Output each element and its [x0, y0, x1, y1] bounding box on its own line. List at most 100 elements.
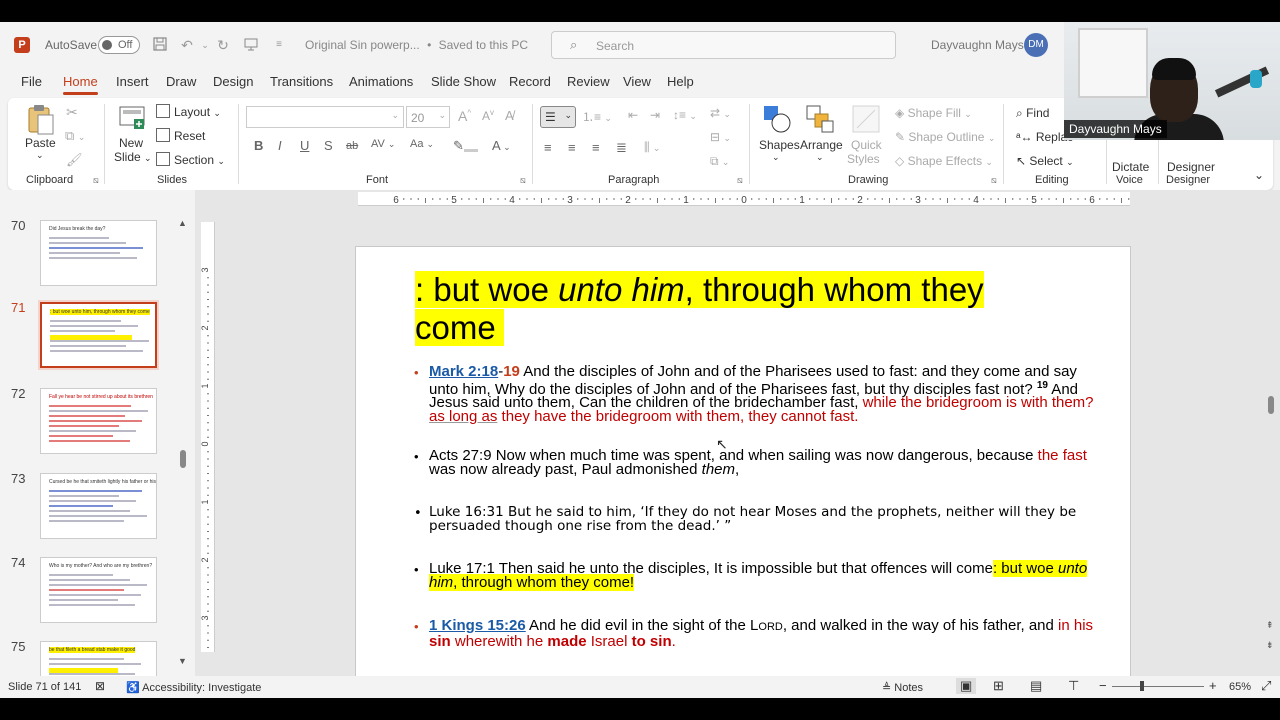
tab-slide-show[interactable]: Slide Show [431, 74, 496, 89]
tab-draw[interactable]: Draw [166, 74, 196, 89]
bullets-button[interactable]: ☰ ⌄ [540, 106, 576, 128]
layout-button[interactable]: Layout ⌄ [156, 104, 221, 119]
tab-file[interactable]: File [21, 74, 42, 89]
tab-transitions[interactable]: Transitions [270, 74, 333, 89]
zoom-slider-handle[interactable] [1140, 681, 1144, 691]
clear-formatting-icon[interactable]: A̸ [505, 108, 514, 123]
avatar[interactable]: DM [1024, 33, 1048, 57]
quick-styles-label-2[interactable]: Styles [847, 152, 880, 166]
chevron-down-icon[interactable]: ⌄ [196, 36, 214, 54]
columns-icon[interactable]: ⫼ ⌄ [644, 140, 660, 155]
dialog-launcher-icon[interactable]: ⧅ [737, 175, 743, 186]
paste-icon[interactable] [26, 104, 56, 135]
decrease-indent-icon[interactable]: ⇤ [628, 108, 638, 122]
previous-slide-icon[interactable]: ⇞ [1266, 620, 1274, 631]
shape-fill-button[interactable]: ◈ Shape Fill ⌄ [895, 106, 972, 120]
shadow-button[interactable]: S [324, 138, 333, 153]
align-center-icon[interactable]: ≡ [568, 140, 576, 155]
save-icon[interactable] [151, 36, 169, 54]
format-painter-icon[interactable]: 🖌 [66, 152, 83, 168]
slideshow-icon[interactable]: ⊤ [1068, 678, 1079, 694]
bold-button[interactable]: B [254, 138, 263, 153]
new-slide-button[interactable]: Slide ⌄ [114, 150, 152, 164]
scroll-down-icon[interactable]: ▼ [178, 656, 187, 666]
scripture-link[interactable]: 1 Kings 15:26 [429, 617, 526, 634]
dialog-launcher-icon[interactable]: ⧅ [520, 175, 526, 186]
tab-review[interactable]: Review [567, 74, 610, 89]
line-spacing-icon[interactable]: ↕≡ ⌄ [673, 108, 697, 122]
slide-thumbnail-75[interactable]: be that fileth a bread stab make it good [40, 641, 157, 676]
tab-help[interactable]: Help [667, 74, 694, 89]
highlight-color-icon[interactable]: ✎ [453, 138, 478, 154]
customize-toolbar-icon[interactable]: ≡ [270, 36, 288, 54]
normal-view-icon[interactable]: ▣ [956, 678, 977, 694]
tab-design[interactable]: Design [213, 74, 253, 89]
search-input[interactable]: ⌕ Search [551, 31, 896, 59]
tab-record[interactable]: Record [509, 74, 551, 89]
dialog-launcher-icon[interactable]: ⧅ [991, 175, 997, 186]
increase-indent-icon[interactable]: ⇥ [650, 108, 660, 122]
zoom-slider[interactable] [1112, 686, 1204, 687]
dictate-button[interactable]: Dictate [1112, 160, 1149, 174]
underline-button[interactable]: U [300, 138, 309, 153]
align-text-icon[interactable]: ⊟ ⌄ [710, 130, 731, 144]
chevron-down-icon[interactable]: ⌄ [816, 152, 824, 163]
slide-canvas[interactable]: : but woe unto him , through whom they co… [355, 246, 1131, 676]
redo-icon[interactable]: ↻ [214, 36, 232, 54]
document-title[interactable]: Original Sin powerp... • Saved to this P… [305, 38, 528, 52]
slide-thumbnail-70[interactable]: Did Jesus break the day? [40, 220, 157, 286]
slide-thumbnail-73[interactable]: Cursed be he that smiteth lightly his fa… [40, 473, 157, 539]
zoom-in-icon[interactable]: + [1209, 678, 1217, 693]
change-case-icon[interactable]: Aa ⌄ [410, 138, 434, 150]
shape-effects-button[interactable]: ◇ Shape Effects ⌄ [895, 154, 993, 168]
paste-button[interactable]: Paste [25, 136, 56, 150]
scrollbar-thumb[interactable] [180, 450, 186, 468]
tab-home[interactable]: Home [63, 74, 98, 95]
new-slide-icon[interactable] [118, 104, 148, 134]
smartart-icon[interactable]: ⧉ ⌄ [710, 154, 729, 169]
numbering-icon[interactable]: ⒈≡ ⌄ [582, 108, 612, 125]
fit-slide-icon[interactable]: ⤢ [1261, 678, 1271, 694]
present-icon[interactable] [242, 36, 260, 54]
arrange-icon[interactable] [805, 104, 835, 134]
accessibility-button[interactable]: ♿ Accessibility: Investigate [126, 681, 261, 694]
find-button[interactable]: ⌕ Find [1016, 106, 1049, 121]
font-size-select[interactable]: 20 ⌄ [406, 106, 450, 128]
dialog-launcher-icon[interactable]: ⧅ [93, 175, 99, 186]
thumbnails-scrollbar[interactable]: ▲ ▼ [178, 218, 188, 676]
user-name[interactable]: Dayvaughn Mays [931, 38, 1024, 52]
scrollbar-thumb[interactable] [1268, 396, 1274, 414]
designer-button[interactable]: Designer [1167, 160, 1215, 174]
tab-animations[interactable]: Animations [349, 74, 413, 89]
font-color-icon[interactable]: A ⌄ [492, 138, 511, 153]
editor-scrollbar[interactable]: ⇞ ⇟ [1266, 190, 1278, 676]
character-spacing-icon[interactable]: AV ⌄ [371, 138, 395, 150]
shape-outline-button[interactable]: ✎ Shape Outline ⌄ [895, 130, 995, 144]
select-button[interactable]: ↖ Select ⌄ [1016, 154, 1074, 168]
decrease-font-icon[interactable]: Av [482, 108, 494, 123]
reading-view-icon[interactable]: ▤ [1030, 678, 1042, 694]
slide-sorter-icon[interactable]: ⊞ [993, 678, 1004, 694]
copy-icon[interactable]: ⧉ ⌄ [65, 128, 85, 144]
new-slide-label-1[interactable]: New [119, 136, 143, 150]
notes-button[interactable]: ≜ Notes [882, 681, 923, 694]
paste-chevron-icon[interactable]: ⌄ [36, 150, 44, 161]
shapes-icon[interactable] [762, 104, 792, 134]
scripture-link[interactable]: Mark 2:18 [429, 363, 498, 380]
slide-thumbnail-72[interactable]: Fall ye hear be not stirred up about its… [40, 388, 157, 454]
tab-insert[interactable]: Insert [116, 74, 149, 89]
section-button[interactable]: Section ⌄ [156, 152, 225, 167]
ribbon-collapse-chevron-icon[interactable]: ⌄ [1254, 168, 1264, 182]
reset-button[interactable]: Reset [156, 128, 205, 143]
slide-thumbnail-71[interactable]: : but woe unto him, through whom they co… [38, 300, 159, 370]
arrange-button[interactable]: Arrange [800, 138, 843, 152]
slide-title[interactable]: : but woe unto him, through whom they co… [415, 271, 1055, 347]
slide-thumbnail-74[interactable]: Who is my mother? And who are my brethre… [40, 557, 157, 623]
increase-font-icon[interactable]: A^ [458, 108, 471, 124]
tab-view[interactable]: View [623, 74, 651, 89]
zoom-out-icon[interactable]: − [1099, 678, 1107, 693]
chevron-down-icon[interactable]: ⌄ [772, 152, 780, 163]
quick-styles-label-1[interactable]: Quick [851, 138, 882, 152]
spellcheck-icon[interactable]: ⊠ [95, 679, 105, 693]
text-direction-icon[interactable]: ⇄ ⌄ [710, 106, 731, 120]
